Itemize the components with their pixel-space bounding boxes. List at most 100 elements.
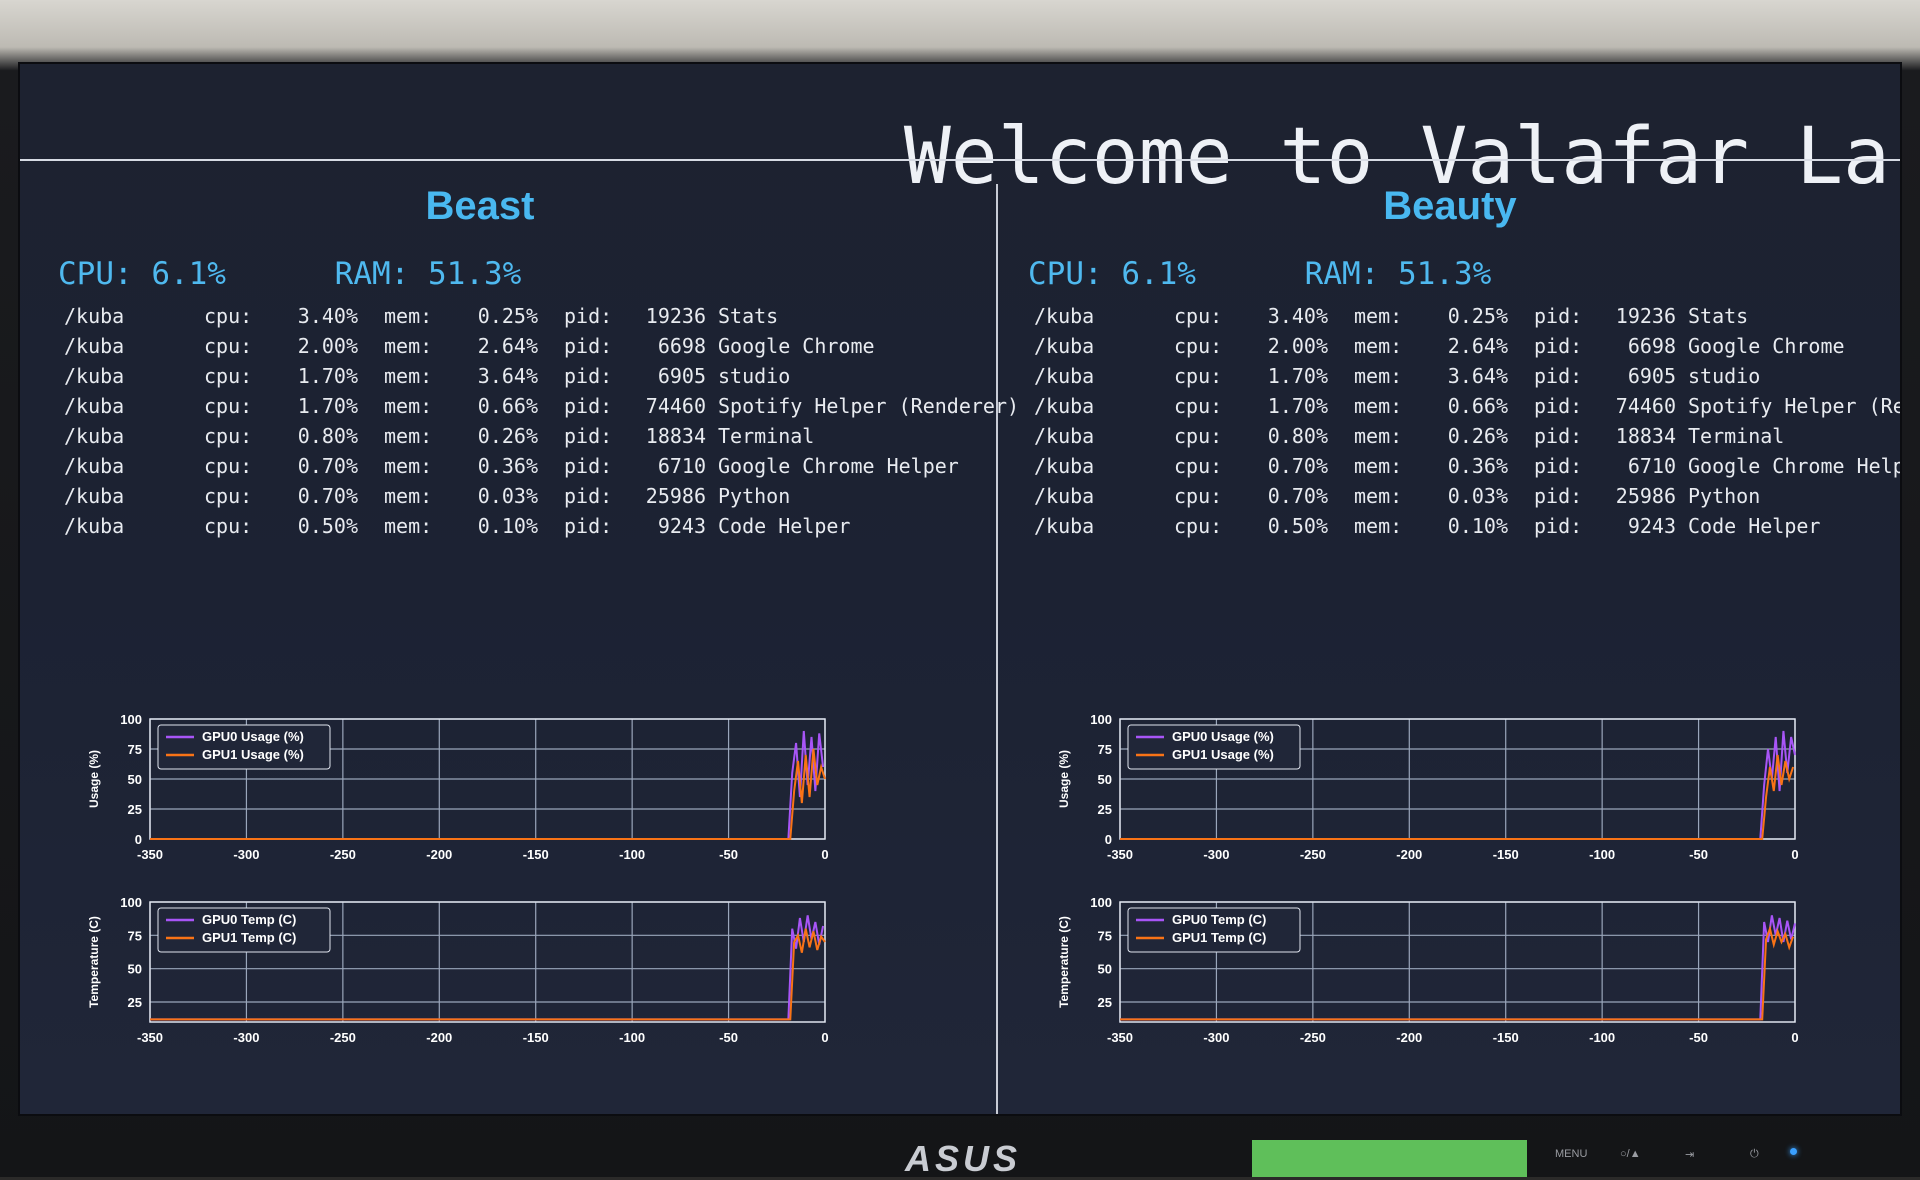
process-name: Google Chrome Helper xyxy=(1688,454,1900,478)
panel-beauty: Beauty CPU: 6.1% RAM: 51.3% /kuba cpu: 3.4… xyxy=(1010,174,1900,1094)
mem-label: mem: xyxy=(1354,334,1403,358)
mem-value: 0.25% xyxy=(477,304,538,328)
pid-label: pid: xyxy=(1534,334,1583,358)
process-row: /kuba cpu: 1.70% mem: 0.66% pid: 74460 Spotify … xyxy=(64,394,1019,424)
y-axis-label: Temperature (C) xyxy=(87,916,101,1008)
cpu-label: cpu: xyxy=(1174,424,1223,448)
process-row: /kuba cpu: 0.70% mem: 0.36% pid: 6710 Google Ch… xyxy=(64,454,1019,484)
gpu-usage-chart: -350 -300 -250 -200 -150 -100 -50 0 0 25 50 75 100 Us… xyxy=(80,709,860,878)
y-tick-label: 100 xyxy=(120,712,142,727)
x-tick-label: -150 xyxy=(523,847,549,862)
x-tick-label: 0 xyxy=(1791,847,1798,862)
y-tick-label: 50 xyxy=(1098,772,1112,787)
x-tick-label: -100 xyxy=(619,1030,645,1045)
process-row: /kuba cpu: 2.00% mem: 2.64% pid: 6698 Google Ch… xyxy=(64,334,1019,364)
mem-label: mem: xyxy=(1354,364,1403,388)
y-tick-label: 75 xyxy=(1098,928,1112,943)
mem-label: mem: xyxy=(384,364,433,388)
legend-label: GPU0 Temp (C) xyxy=(1172,912,1266,927)
menu-button[interactable]: MENU xyxy=(1555,1148,1587,1160)
cpu-value: 0.70% xyxy=(297,454,358,478)
y-tick-label: 100 xyxy=(120,895,142,910)
process-name: Google Chrome xyxy=(1688,334,1845,358)
process-user: /kuba xyxy=(64,394,125,418)
cpu-label: cpu: xyxy=(204,424,253,448)
pid-label: pid: xyxy=(564,364,613,388)
panel-title: Beauty xyxy=(1383,184,1517,228)
pid-value: 18834 xyxy=(1615,424,1676,448)
process-user: /kuba xyxy=(64,454,125,478)
process-row: /kuba cpu: 0.80% mem: 0.26% pid: 18834 Terminal xyxy=(64,424,1019,454)
process-row: /kuba cpu: 1.70% mem: 3.64% pid: 6905 studio xyxy=(64,364,1019,394)
gpu-usage-chart: -350 -300 -250 -200 -150 -100 -50 0 0 25 50 75 100 Us… xyxy=(1050,709,1830,878)
y-tick-label: 75 xyxy=(1098,742,1112,757)
y-axis-label: Usage (%) xyxy=(87,750,101,808)
x-tick-label: -300 xyxy=(233,847,259,862)
process-row: /kuba cpu: 1.70% mem: 0.66% pid: 74460 Spotify … xyxy=(1034,394,1900,424)
x-tick-label: -200 xyxy=(1396,1030,1422,1045)
cpu-value: 3.40% xyxy=(297,304,358,328)
cpu-label: cpu: xyxy=(204,514,253,538)
pid-value: 9243 xyxy=(1627,514,1676,538)
mem-label: mem: xyxy=(1354,454,1403,478)
mem-value: 3.64% xyxy=(477,364,538,388)
input-icon[interactable]: ⇥ xyxy=(1685,1148,1694,1161)
process-user: /kuba xyxy=(1034,514,1095,538)
cpu-value: 0.50% xyxy=(1267,514,1328,538)
mem-value: 0.03% xyxy=(1447,484,1508,508)
mem-value: 3.64% xyxy=(1447,364,1508,388)
ram-stat: RAM: 51.3% xyxy=(334,256,522,292)
legend-label: GPU0 Temp (C) xyxy=(202,912,296,927)
pid-label: pid: xyxy=(1534,454,1583,478)
cpu-label: cpu: xyxy=(204,334,253,358)
cpu-value: 1.70% xyxy=(1267,364,1328,388)
process-name: Terminal xyxy=(718,424,815,448)
pid-label: pid: xyxy=(1534,304,1583,328)
process-user: /kuba xyxy=(64,484,125,508)
x-tick-label: 0 xyxy=(821,847,828,862)
process-name: Spotify Helper (Renderer) xyxy=(718,394,1020,418)
pid-value: 18834 xyxy=(645,424,706,448)
cpu-label: cpu: xyxy=(1174,484,1223,508)
legend-label: GPU1 Usage (%) xyxy=(202,747,304,762)
process-name: Terminal xyxy=(1688,424,1785,448)
cpu-label: cpu: xyxy=(204,304,253,328)
cpu-label: cpu: xyxy=(1174,364,1223,388)
pid-value: 6710 xyxy=(657,454,706,478)
legend-label: GPU0 Usage (%) xyxy=(202,729,304,744)
monitor-screen: Welcome to Valafar La Beast CPU: 6.1% RA… xyxy=(18,62,1902,1116)
chart-legend: GPU0 Temp (C) GPU1 Temp (C) xyxy=(1127,907,1301,953)
pid-value: 9243 xyxy=(657,514,706,538)
power-icon[interactable]: ⏻ xyxy=(1750,1148,1759,1161)
cpu-stat: CPU: 6.1% xyxy=(58,256,226,292)
gpu-temp-chart: -350 -300 -250 -200 -150 -100 -50 0 25 50 75 100 Tem… xyxy=(1050,892,1830,1061)
cpu-label: cpu: xyxy=(1174,454,1223,478)
pid-value: 6905 xyxy=(657,364,706,388)
y-tick-label: 50 xyxy=(128,962,142,977)
mem-value: 0.03% xyxy=(477,484,538,508)
mode-button[interactable]: ○/▲ xyxy=(1620,1148,1641,1160)
x-tick-label: -300 xyxy=(1203,1030,1229,1045)
pid-value: 19236 xyxy=(645,304,706,328)
mem-value: 0.10% xyxy=(1447,514,1508,538)
pid-value: 6698 xyxy=(1627,334,1676,358)
x-tick-label: -250 xyxy=(1300,1030,1326,1045)
process-user: /kuba xyxy=(1034,424,1095,448)
mem-label: mem: xyxy=(1354,514,1403,538)
process-user: /kuba xyxy=(1034,334,1095,358)
x-tick-label: -150 xyxy=(523,1030,549,1045)
process-name: Google Chrome Helper xyxy=(718,454,959,478)
x-tick-label: -250 xyxy=(330,1030,356,1045)
